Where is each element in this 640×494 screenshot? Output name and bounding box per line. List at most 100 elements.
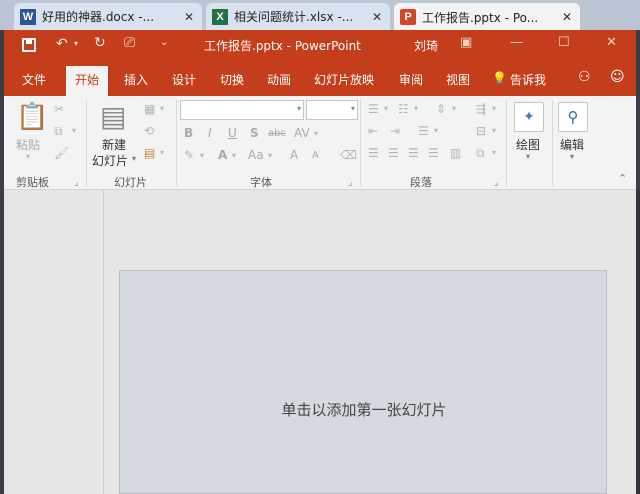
tab-animations[interactable]: 动画	[267, 71, 291, 88]
copy-dropdown-icon[interactable]: ▾	[72, 126, 76, 135]
maximize-icon[interactable]: ☐	[558, 35, 570, 50]
align-text-icon[interactable]: ⊟	[476, 124, 486, 138]
numbering-icon[interactable]: ☷	[398, 102, 409, 116]
text-direction-dropdown-icon[interactable]: ▾	[492, 104, 496, 113]
clear-formatting-icon[interactable]: ⌫	[340, 148, 357, 162]
new-slide-label-2[interactable]: 幻灯片	[92, 152, 128, 169]
tab-insert[interactable]: 插入	[124, 71, 148, 88]
bullets-icon[interactable]: ☰	[368, 102, 379, 116]
slideshow-from-start-icon[interactable]: ⎚	[124, 35, 135, 51]
editing-icon[interactable]: ⚲	[558, 102, 588, 132]
columns-icon[interactable]: ☰	[418, 124, 429, 138]
font-color-dropdown-icon[interactable]: ▾	[232, 151, 236, 160]
tab-view[interactable]: 视图	[446, 71, 470, 88]
font-color-button[interactable]: A	[218, 148, 227, 162]
smartart-dropdown-icon[interactable]: ▾	[492, 148, 496, 157]
grow-font-button[interactable]: A	[290, 148, 298, 162]
char-spacing-icon[interactable]: AV	[294, 126, 310, 140]
editing-dropdown-icon[interactable]: ▾	[570, 152, 574, 161]
tab-home[interactable]: 开始	[66, 66, 109, 96]
share-icon[interactable]: ⚇	[578, 69, 591, 85]
justify-icon[interactable]: ☰	[428, 146, 439, 160]
slide-canvas[interactable]: 单击以添加第一张幻灯片	[119, 270, 607, 494]
smartart-icon[interactable]: ⧉	[476, 146, 485, 161]
shadow-button[interactable]: S	[250, 126, 259, 140]
font-name-combo[interactable]: ▾	[180, 100, 304, 120]
tab-design[interactable]: 设计	[172, 71, 196, 88]
change-case-button[interactable]: Aa	[248, 148, 264, 162]
highlight-icon[interactable]: ✎	[184, 148, 194, 162]
layout-icon[interactable]: ▦	[144, 102, 155, 116]
italic-button[interactable]: I	[208, 126, 212, 140]
drawing-icon[interactable]: ✦	[514, 102, 544, 132]
align-right-icon[interactable]: ☰	[408, 146, 419, 160]
tab-file[interactable]: 文件	[22, 71, 46, 88]
add-first-slide-placeholder[interactable]: 单击以添加第一张幻灯片	[120, 399, 608, 420]
tab-excel-document[interactable]: X 相关问题统计.xlsx -... ✕	[206, 3, 390, 30]
clipboard-launcher-icon[interactable]: ⌟	[74, 178, 78, 188]
columns-dropdown-icon[interactable]: ▾	[434, 126, 438, 135]
decrease-indent-icon[interactable]: ⇤	[368, 124, 378, 138]
align-center-icon[interactable]: ☰	[388, 146, 399, 160]
tab-slideshow[interactable]: 幻灯片放映	[314, 71, 374, 88]
shrink-font-button[interactable]: A	[312, 150, 319, 161]
highlight-dropdown-icon[interactable]: ▾	[200, 151, 204, 160]
increase-indent-icon[interactable]: ⇥	[390, 124, 400, 138]
editing-label[interactable]: 编辑	[560, 136, 584, 153]
close-icon[interactable]: ✕	[370, 10, 384, 24]
paste-icon[interactable]: 📋	[16, 102, 48, 132]
document-tab-strip: W 好用的神器.docx -... ✕ X 相关问题统计.xlsx -... ✕…	[0, 0, 640, 31]
paste-label[interactable]: 粘贴	[16, 136, 40, 153]
tab-word-document[interactable]: W 好用的神器.docx -... ✕	[14, 3, 202, 30]
collapse-ribbon-icon[interactable]: ⌃	[618, 172, 627, 185]
customize-qat-icon[interactable]: ⌄	[160, 37, 168, 48]
align-left-icon[interactable]: ☰	[368, 146, 379, 160]
tab-review[interactable]: 审阅	[399, 71, 423, 88]
tab-transitions[interactable]: 切换	[220, 71, 244, 88]
layout-dropdown-icon[interactable]: ▾	[160, 104, 164, 113]
line-spacing-dropdown-icon[interactable]: ▾	[452, 104, 456, 113]
ribbon-display-options-icon[interactable]: ▣	[460, 35, 472, 50]
align-text-dropdown-icon[interactable]: ▾	[492, 126, 496, 135]
section-dropdown-icon[interactable]: ▾	[160, 148, 164, 157]
format-painter-icon[interactable]: 🖌	[54, 146, 69, 160]
paragraph-launcher-icon[interactable]: ⌟	[494, 178, 498, 188]
new-slide-icon[interactable]: ▤	[100, 100, 126, 133]
save-icon[interactable]	[22, 38, 36, 52]
strikethrough-button[interactable]: abc	[268, 128, 286, 139]
undo-icon[interactable]: ↶	[56, 36, 68, 52]
drawing-label[interactable]: 绘图	[516, 136, 540, 153]
cut-icon[interactable]: ✂	[54, 102, 64, 116]
redo-icon[interactable]: ↻	[94, 35, 106, 51]
slide-thumbnail-pane[interactable]	[4, 190, 104, 494]
char-spacing-dropdown-icon[interactable]: ▾	[314, 129, 318, 138]
bullets-dropdown-icon[interactable]: ▾	[384, 104, 388, 113]
paste-dropdown-icon[interactable]: ▾	[26, 152, 30, 161]
slide-editing-area: 单击以添加第一张幻灯片	[105, 190, 636, 494]
text-direction-icon[interactable]: ⇶	[476, 102, 486, 116]
underline-button[interactable]: U	[228, 126, 237, 140]
change-case-dropdown-icon[interactable]: ▾	[268, 151, 272, 160]
font-launcher-icon[interactable]: ⌟	[348, 178, 352, 188]
smiley-feedback-icon[interactable]: ☺	[610, 69, 625, 85]
bold-button[interactable]: B	[184, 126, 193, 140]
close-icon[interactable]: ✕	[182, 10, 196, 24]
undo-dropdown-icon[interactable]: ▾	[74, 39, 78, 48]
reset-icon[interactable]: ⟲	[144, 124, 154, 138]
copy-icon[interactable]: ⧉	[54, 124, 63, 139]
line-spacing-icon[interactable]: ⇕	[436, 102, 446, 116]
minimize-icon[interactable]: —	[510, 35, 523, 50]
tab-powerpoint-document[interactable]: P 工作报告.pptx - Po... ✕	[394, 3, 580, 31]
section-icon[interactable]: ▤	[144, 146, 155, 160]
tell-me-search[interactable]: 告诉我	[510, 71, 546, 88]
new-slide-dropdown-icon[interactable]: ▾	[132, 154, 136, 163]
drawing-dropdown-icon[interactable]: ▾	[526, 152, 530, 161]
numbering-dropdown-icon[interactable]: ▾	[414, 104, 418, 113]
new-slide-label-1[interactable]: 新建	[102, 136, 126, 153]
user-name[interactable]: 刘琦	[414, 37, 438, 54]
distributed-icon[interactable]: ▥	[450, 146, 461, 160]
workspace: 单击以添加第一张幻灯片	[4, 190, 636, 494]
close-icon[interactable]: ✕	[560, 10, 574, 24]
close-window-icon[interactable]: ✕	[606, 35, 617, 50]
font-size-combo[interactable]: ▾	[306, 100, 358, 120]
